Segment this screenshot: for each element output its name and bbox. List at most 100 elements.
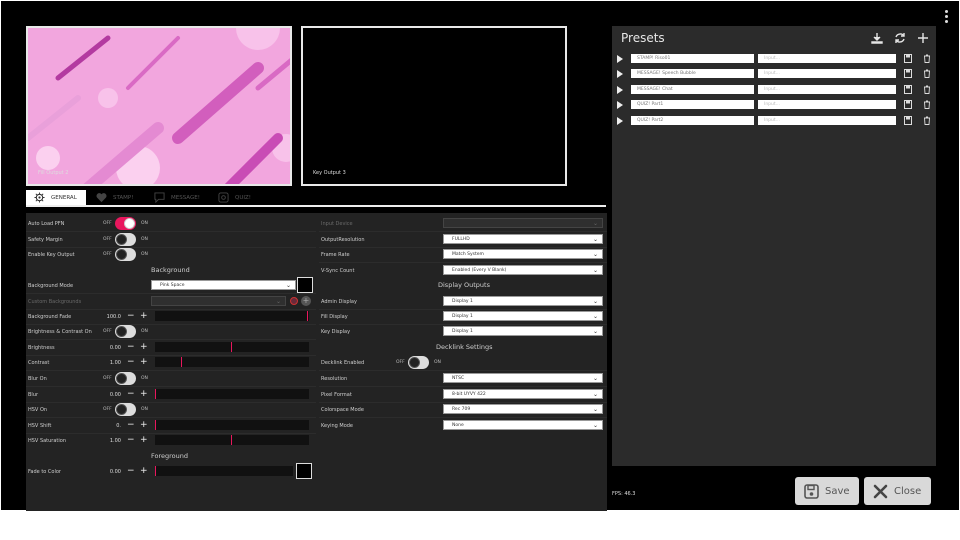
slider-thumb[interactable] bbox=[231, 342, 232, 352]
heart-icon bbox=[96, 193, 107, 203]
fill-display-select[interactable]: Display 1 ⌄ bbox=[443, 311, 603, 321]
setting-label: Contrast bbox=[28, 359, 50, 366]
save-icon[interactable] bbox=[904, 54, 912, 63]
brightness-slider[interactable] bbox=[155, 342, 309, 352]
plus-button[interactable]: + bbox=[140, 358, 148, 367]
trash-icon[interactable] bbox=[923, 69, 931, 78]
minus-button[interactable]: − bbox=[127, 312, 135, 321]
play-icon[interactable] bbox=[617, 86, 623, 94]
minus-button[interactable]: − bbox=[127, 343, 135, 352]
slider-thumb[interactable] bbox=[231, 435, 232, 445]
play-icon[interactable] bbox=[617, 101, 623, 109]
brightness-contrast-toggle[interactable] bbox=[115, 325, 136, 338]
download-icon[interactable] bbox=[871, 32, 883, 44]
preset-input-field[interactable]: Input... bbox=[758, 69, 896, 78]
output-resolution-select[interactable]: FULLHD ⌄ bbox=[443, 234, 603, 244]
select-value: Rec 709 bbox=[452, 407, 471, 412]
save-icon[interactable] bbox=[904, 69, 912, 78]
plus-button[interactable]: + bbox=[140, 343, 148, 352]
slider-thumb[interactable] bbox=[155, 389, 156, 399]
safety-margin-toggle[interactable] bbox=[115, 233, 136, 246]
preset-name-field[interactable]: QUIZ! Part2 bbox=[631, 116, 754, 125]
background-mode-select[interactable]: Pink Space ⌄ bbox=[151, 280, 296, 290]
background-fade-row: Background Fade 100.0 − + bbox=[26, 309, 316, 324]
trash-icon[interactable] bbox=[923, 85, 931, 94]
trash-icon[interactable] bbox=[923, 100, 931, 109]
tab-message[interactable]: MESSAGE! bbox=[146, 190, 210, 205]
tab-quiz[interactable]: QUIZ! bbox=[210, 190, 260, 205]
preset-input-field[interactable]: Input... bbox=[758, 100, 896, 109]
fade-to-color-slider[interactable] bbox=[155, 466, 293, 476]
preset-name-field[interactable]: QUIZ! Part1 bbox=[631, 100, 754, 109]
input-device-select[interactable]: ⌄ bbox=[443, 218, 603, 228]
save-icon[interactable] bbox=[904, 100, 912, 109]
preset-name-field[interactable]: MESSAGE! Speech Bubble bbox=[631, 69, 754, 78]
preset-name-field[interactable]: STAMP! Riso01 bbox=[631, 54, 754, 63]
contrast-slider[interactable] bbox=[155, 357, 309, 367]
slider-thumb[interactable] bbox=[307, 311, 308, 321]
colorspace-mode-select[interactable]: Rec 709 ⌄ bbox=[443, 404, 603, 414]
select-value: Match System bbox=[452, 252, 484, 257]
enable-key-output-toggle[interactable] bbox=[115, 248, 136, 261]
preset-input-field[interactable]: Input... bbox=[758, 54, 896, 63]
decklink-enabled-toggle[interactable] bbox=[408, 356, 429, 369]
hsv-shift-slider[interactable] bbox=[155, 420, 309, 430]
preview-background-art bbox=[28, 28, 290, 184]
fps-readout: FPS: 46.3 bbox=[612, 491, 636, 497]
vsync-count-select[interactable]: Enabled (Every V Blank) ⌄ bbox=[443, 265, 603, 275]
minus-button[interactable]: − bbox=[127, 421, 135, 430]
slider-thumb[interactable] bbox=[155, 420, 156, 430]
select-value: None bbox=[452, 423, 464, 428]
save-button[interactable]: Save bbox=[795, 477, 859, 505]
save-icon bbox=[804, 483, 819, 499]
on-label: ON bbox=[141, 252, 148, 257]
play-icon[interactable] bbox=[617, 55, 623, 63]
tab-stamp[interactable]: STAMP! bbox=[88, 190, 146, 205]
minus-button[interactable]: − bbox=[127, 467, 135, 476]
plus-button[interactable]: + bbox=[140, 312, 148, 321]
minus-button[interactable]: − bbox=[127, 358, 135, 367]
setting-label: HSV Saturation bbox=[28, 437, 67, 444]
play-icon[interactable] bbox=[617, 117, 623, 125]
save-icon[interactable] bbox=[904, 116, 912, 125]
plus-button[interactable]: + bbox=[140, 421, 148, 430]
auto-load-pfn-toggle[interactable] bbox=[115, 217, 136, 230]
preset-name-field[interactable]: MESSAGE! Chat bbox=[631, 85, 754, 94]
slider-thumb[interactable] bbox=[181, 357, 182, 367]
close-button[interactable]: Close bbox=[864, 477, 931, 505]
plus-button[interactable]: + bbox=[140, 390, 148, 399]
key-display-select[interactable]: Display 1 ⌄ bbox=[443, 326, 603, 336]
foreground-section-title: Foreground bbox=[151, 452, 189, 460]
hsv-saturation-slider[interactable] bbox=[155, 435, 309, 445]
preset-input-field[interactable]: Input... bbox=[758, 85, 896, 94]
background-fade-slider[interactable] bbox=[155, 311, 309, 321]
preset-input-field[interactable]: Input... bbox=[758, 116, 896, 125]
refresh-icon[interactable] bbox=[894, 32, 906, 44]
save-icon[interactable] bbox=[904, 85, 912, 94]
custom-backgrounds-select[interactable]: ⌄ bbox=[151, 296, 286, 306]
add-background-icon[interactable]: + bbox=[301, 296, 311, 306]
tab-general[interactable]: GENERAL bbox=[26, 190, 86, 205]
trash-icon[interactable] bbox=[923, 54, 931, 63]
admin-display-select[interactable]: Display 1 ⌄ bbox=[443, 296, 603, 306]
plus-button[interactable]: + bbox=[140, 467, 148, 476]
background-section-title: Background bbox=[151, 266, 190, 274]
background-color-swatch[interactable] bbox=[297, 277, 313, 293]
minus-button[interactable]: − bbox=[127, 436, 135, 445]
plus-button[interactable]: + bbox=[140, 436, 148, 445]
fade-color-swatch[interactable] bbox=[296, 463, 312, 479]
remove-background-icon[interactable] bbox=[290, 297, 298, 305]
slider-thumb[interactable] bbox=[155, 466, 156, 476]
play-icon[interactable] bbox=[617, 70, 623, 78]
blur-toggle[interactable] bbox=[115, 372, 136, 385]
hsv-toggle[interactable] bbox=[115, 403, 136, 416]
blur-slider[interactable] bbox=[155, 389, 309, 399]
minus-button[interactable]: − bbox=[127, 390, 135, 399]
more-menu-icon[interactable] bbox=[945, 10, 949, 25]
add-icon[interactable] bbox=[917, 32, 929, 44]
frame-rate-select[interactable]: Match System ⌄ bbox=[443, 249, 603, 259]
trash-icon[interactable] bbox=[923, 116, 931, 125]
decklink-resolution-select[interactable]: NTSC ⌄ bbox=[443, 373, 603, 383]
keying-mode-select[interactable]: None ⌄ bbox=[443, 420, 603, 430]
pixel-format-select[interactable]: 8-bit UYVY 422 ⌄ bbox=[443, 389, 603, 399]
